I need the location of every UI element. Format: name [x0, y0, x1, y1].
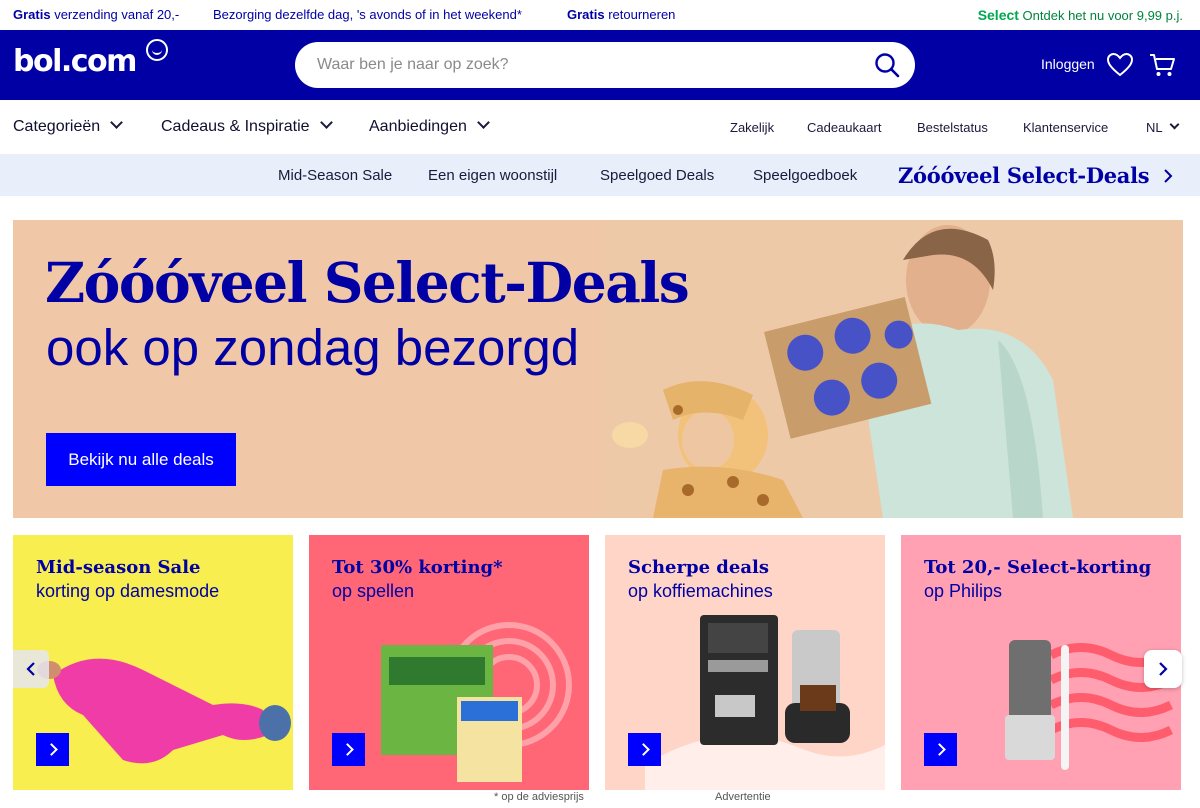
subnav-toy-deals[interactable]: Speelgoed Deals: [600, 167, 714, 184]
nav-offers[interactable]: Aanbiedingen: [369, 116, 490, 136]
card-arrow-button[interactable]: [332, 733, 365, 766]
carousel-prev-button[interactable]: [13, 650, 49, 688]
card-title: Tot 20,- Select-korting: [924, 557, 1152, 578]
chevron-left-icon: [26, 662, 35, 676]
search-bar: [295, 42, 915, 88]
advice-price-note: * op de adviesprijs: [494, 791, 584, 803]
select-promo-bold: Select: [977, 7, 1019, 23]
search-icon: [875, 53, 900, 78]
chevron-right-icon: [1159, 662, 1168, 676]
promo-card-mid-season[interactable]: Mid-season Sale korting op damesmode: [13, 535, 293, 790]
cart-button[interactable]: [1148, 51, 1176, 79]
hero-banner[interactable]: Zóóóveel Select-Deals ook op zondag bezo…: [13, 220, 1183, 518]
usp-free-returns[interactable]: Gratis retourneren: [567, 7, 675, 22]
card-subtitle: op Philips: [924, 581, 1003, 601]
subnav-own-style[interactable]: Een eigen woonstijl: [428, 167, 557, 184]
card-arrow-button[interactable]: [36, 733, 69, 766]
promo-card-philips[interactable]: Tot 20,- Select-korting op Philips: [901, 535, 1181, 790]
main-nav: Categorieën Cadeaus & Inspiratie Aanbied…: [0, 100, 1200, 154]
ad-label: Advertentie: [715, 791, 771, 803]
search-input[interactable]: [317, 53, 857, 77]
card-arrow-button[interactable]: [924, 733, 957, 766]
hero-cta-button[interactable]: Bekijk nu alle deals: [46, 433, 236, 486]
card-title: Mid-season Sale: [36, 557, 201, 578]
hero-image: [603, 220, 1183, 518]
cart-icon: [1150, 54, 1175, 76]
heart-icon: [1106, 52, 1134, 77]
subnav-mid-season-sale[interactable]: Mid-Season Sale: [278, 167, 392, 184]
promo-subnav: Mid-Season Sale Een eigen woonstijl Spee…: [0, 154, 1200, 196]
usp-free-shipping-text: verzending vanaf 20,-: [50, 7, 180, 22]
chevron-down-icon: [319, 116, 333, 129]
carousel-next-button[interactable]: [1144, 650, 1182, 688]
chevron-down-icon: [1169, 119, 1180, 130]
nav-giftcard[interactable]: Cadeaukaart: [807, 120, 881, 135]
card-title: Tot 30% korting*: [332, 557, 503, 578]
logo-smile-icon: [146, 39, 168, 61]
language-label: NL: [1146, 120, 1163, 135]
search-button[interactable]: [873, 51, 901, 79]
nav-order-status[interactable]: Bestelstatus: [917, 120, 988, 135]
usp-delivery[interactable]: Bezorging dezelfde dag, 's avonds of in …: [213, 7, 522, 22]
promo-card-coffee[interactable]: Scherpe deals op koffiemachines: [605, 535, 885, 790]
usp-free-returns-text: retourneren: [604, 7, 676, 22]
nav-customer-service[interactable]: Klantenservice: [1023, 120, 1108, 135]
nav-offers-label: Aanbiedingen: [369, 118, 467, 135]
nav-gifts-label: Cadeaus & Inspiratie: [161, 118, 310, 135]
usp-free-returns-bold: Gratis: [567, 7, 605, 22]
nav-gifts[interactable]: Cadeaus & Inspiratie: [161, 116, 333, 136]
promo-card-games[interactable]: Tot 30% korting* op spellen: [309, 535, 589, 790]
card-arrow-button[interactable]: [628, 733, 661, 766]
subnav-select-deals[interactable]: Zóóóveel Select-Deals: [898, 163, 1150, 188]
site-header: bol.com Inloggen: [0, 30, 1200, 100]
login-link[interactable]: Inloggen: [1041, 56, 1095, 72]
select-promo-text: Ontdek het nu voor 9,99 p.j.: [1018, 8, 1183, 23]
subnav-toy-book[interactable]: Speelgoedboek: [753, 167, 857, 184]
usp-free-shipping[interactable]: Gratis verzending vanaf 20,-: [13, 7, 179, 22]
language-select[interactable]: NL: [1146, 119, 1180, 135]
card-title: Scherpe deals: [628, 557, 769, 578]
chevron-down-icon: [477, 116, 490, 129]
usp-free-shipping-bold: Gratis: [13, 7, 51, 22]
hero-subtitle: ook op zondag bezorgd: [46, 319, 580, 376]
chevron-right-icon: [1164, 169, 1173, 183]
card-subtitle: op koffiemachines: [628, 581, 773, 601]
chevron-down-icon: [110, 116, 124, 129]
bol-logo[interactable]: bol.com: [13, 44, 137, 79]
nav-categories[interactable]: Categorieën: [13, 116, 124, 136]
hero-title: Zóóóveel Select-Deals: [45, 250, 690, 315]
card-subtitle: op spellen: [332, 581, 415, 601]
nav-business[interactable]: Zakelijk: [730, 120, 774, 135]
select-promo-link[interactable]: Select Ontdek het nu voor 9,99 p.j.: [978, 7, 1183, 23]
card-subtitle: korting op damesmode: [36, 581, 220, 601]
usp-bar: Gratis verzending vanaf 20,- Bezorging d…: [0, 0, 1200, 30]
nav-categories-label: Categorieën: [13, 118, 101, 135]
wishlist-button[interactable]: [1106, 52, 1134, 78]
